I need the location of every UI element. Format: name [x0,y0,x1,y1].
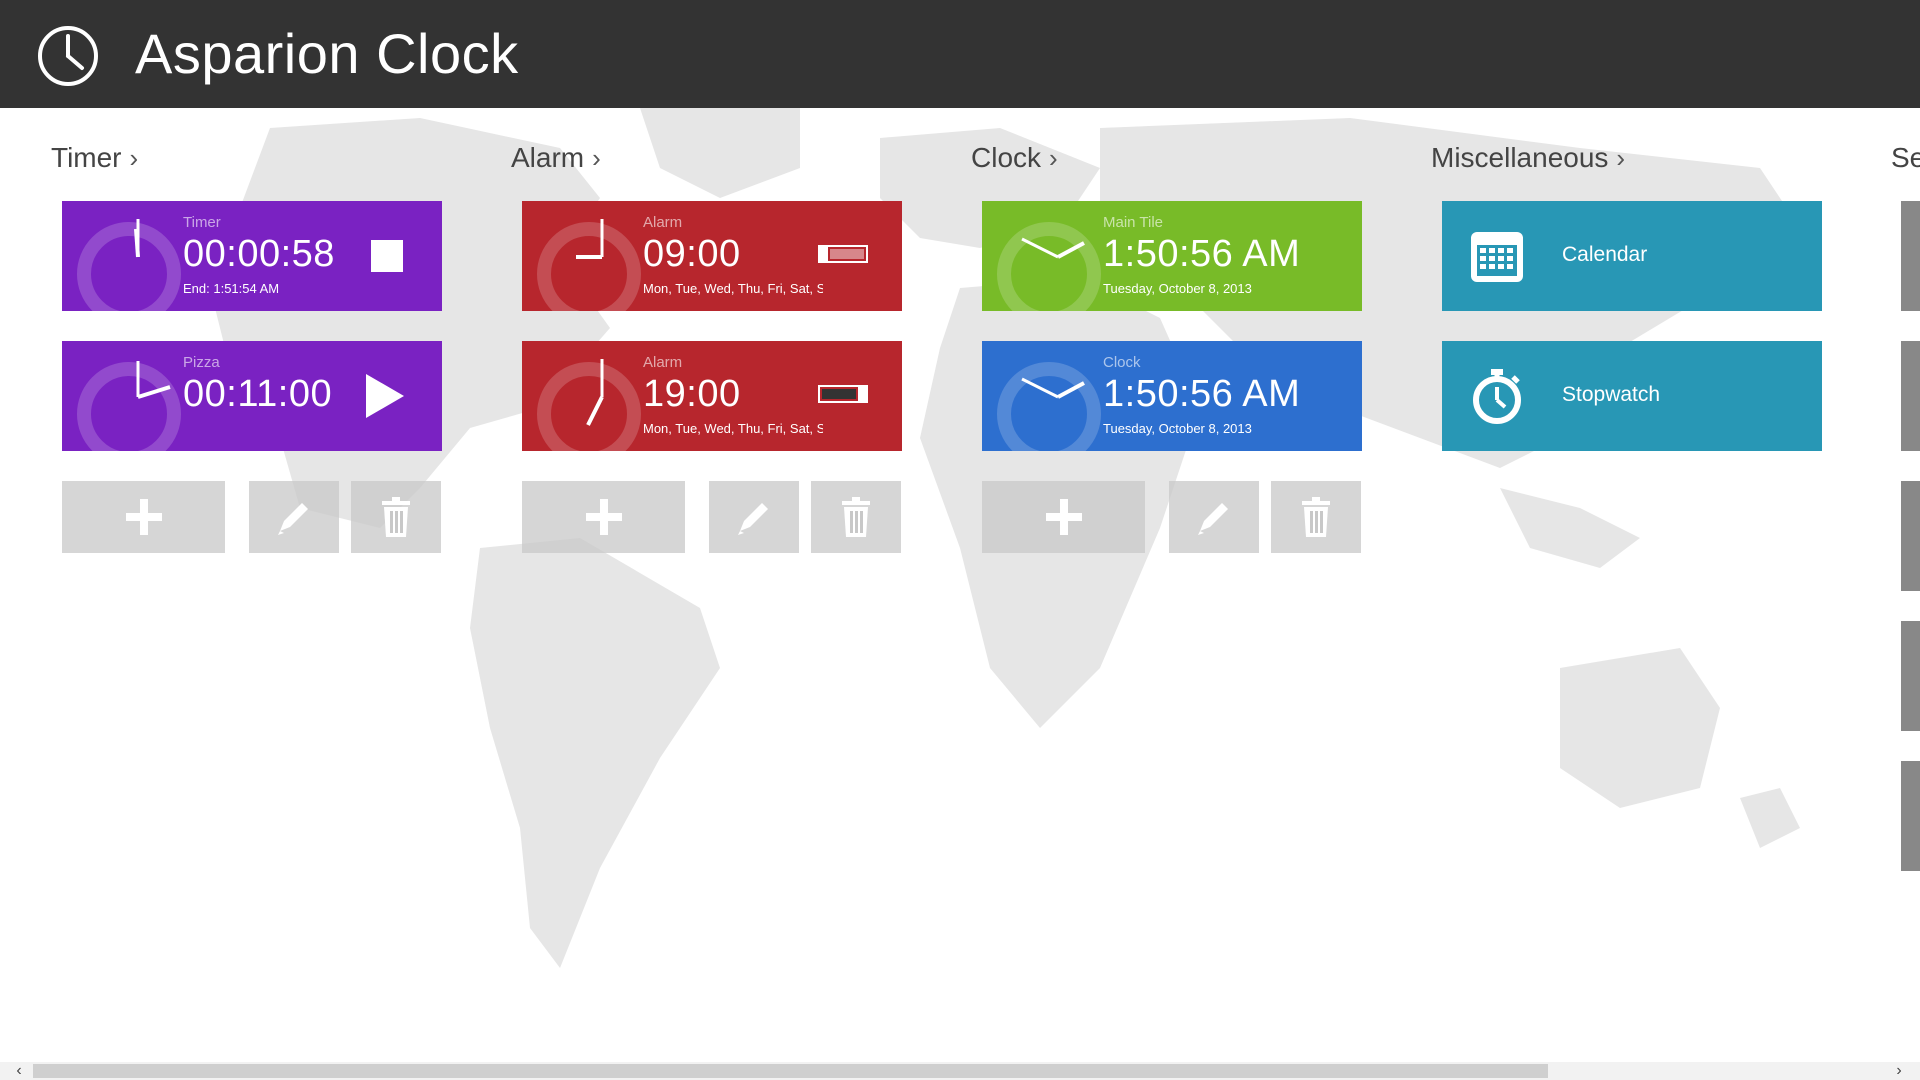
alarm-tile[interactable]: Alarm 19:00 Mon, Tue, Wed, Thu, Fri, Sat… [522,341,902,451]
section-title-alarm[interactable]: Alarm › [511,142,601,174]
alarm-time: 19:00 [643,373,741,415]
clock-hands-icon [1021,377,1085,399]
app-title: Asparion Clock [135,22,519,85]
settings-tile-partial[interactable] [1901,621,1920,731]
settings-tile-partial[interactable] [1901,341,1920,451]
add-timer-button[interactable] [62,481,225,553]
toggle-knob [858,385,868,403]
clock-hands-icon [136,361,171,399]
chevron-right-icon: › [592,142,601,173]
section-title-miscellaneous[interactable]: Miscellaneous › [1431,142,1625,174]
calendar-icon [1471,232,1523,282]
calendar-label: Calendar [1562,243,1648,266]
clock-hands-icon [1021,237,1085,259]
toggle-knob [818,245,828,263]
calendar-tile[interactable]: Calendar [1442,201,1822,311]
timer-end-time: End: 1:51:54 AM [183,281,280,296]
clock-date: Tuesday, October 8, 2013 [1103,421,1252,436]
clock-icon [38,26,98,86]
alarm-tile[interactable]: Alarm 09:00 Mon, Tue, Wed, Thu, Fri, Sat… [522,201,902,311]
tile-label: Pizza [183,354,220,371]
app-header: Asparion Clock [0,0,1920,108]
stop-icon[interactable] [370,239,404,273]
plus-icon [125,499,162,535]
trash-icon [382,497,410,537]
pencil-icon [738,503,768,535]
main-tile-clock[interactable]: Main Tile 1:50:56 AM Tuesday, October 8,… [982,201,1362,311]
alarm-days: Mon, Tue, Wed, Thu, Fri, Sat, Su [643,421,823,436]
tile-label: Timer [183,214,221,231]
alarm-time: 09:00 [643,233,741,275]
delete-timer-button[interactable] [351,481,441,553]
edit-timer-button[interactable] [249,481,339,553]
section-title-settings[interactable]: Se [1891,142,1920,174]
stopwatch-icon [1473,369,1521,424]
trash-icon [842,497,870,537]
settings-tile-partial[interactable] [1901,201,1920,311]
settings-tile-partial[interactable] [1901,481,1920,591]
timer-tile[interactable]: Pizza 00:11:00 [62,341,442,451]
edit-clock-button[interactable] [1169,481,1259,553]
add-alarm-button[interactable] [522,481,685,553]
plus-icon [585,499,622,535]
chevron-right-icon: › [129,142,139,173]
clock-time: 1:50:56 AM [1103,373,1301,415]
alarm-toggle[interactable] [818,245,868,263]
scroll-right-arrow-icon[interactable]: › [1888,1062,1910,1080]
pencil-icon [278,503,308,535]
clock-hands-icon [134,219,140,258]
chevron-right-icon: › [1616,142,1626,173]
toggle-track [822,389,856,399]
stopwatch-label: Stopwatch [1562,383,1661,406]
section-title-timer[interactable]: Timer › [51,142,138,174]
timer-tile[interactable]: Timer 00:00:58 End: 1:51:54 AM [62,201,442,311]
clock-tile[interactable]: Clock 1:50:56 AM Tuesday, October 8, 201… [982,341,1362,451]
tile-label: Alarm [643,354,683,371]
clock-hands-icon [576,219,604,259]
delete-clock-button[interactable] [1271,481,1361,553]
chevron-right-icon: › [1049,142,1058,173]
trash-icon [1302,497,1330,537]
alarm-toggle[interactable] [818,385,868,403]
edit-alarm-button[interactable] [709,481,799,553]
clock-date: Tuesday, October 8, 2013 [1103,281,1252,296]
play-icon[interactable] [364,374,404,418]
scroll-left-arrow-icon[interactable]: ‹ [8,1062,30,1080]
clock-hands-icon [586,359,604,426]
pencil-icon [1198,503,1228,535]
stopwatch-tile[interactable]: Stopwatch [1442,341,1822,451]
settings-tile-partial[interactable] [1901,761,1920,871]
section-title-clock[interactable]: Clock › [971,142,1058,174]
add-clock-button[interactable] [982,481,1145,553]
scrollbar-thumb[interactable] [33,1064,1548,1078]
timer-value: 00:00:58 [183,233,335,275]
tile-label: Main Tile [1103,214,1164,231]
clock-time: 1:50:56 AM [1103,233,1301,275]
alarm-days: Mon, Tue, Wed, Thu, Fri, Sat, Su [643,281,823,296]
timer-value: 00:11:00 [183,373,333,415]
tile-label: Alarm [643,214,683,231]
toggle-track [830,249,864,259]
tile-label: Clock [1103,354,1141,371]
plus-icon [1045,499,1082,535]
delete-alarm-button[interactable] [811,481,901,553]
